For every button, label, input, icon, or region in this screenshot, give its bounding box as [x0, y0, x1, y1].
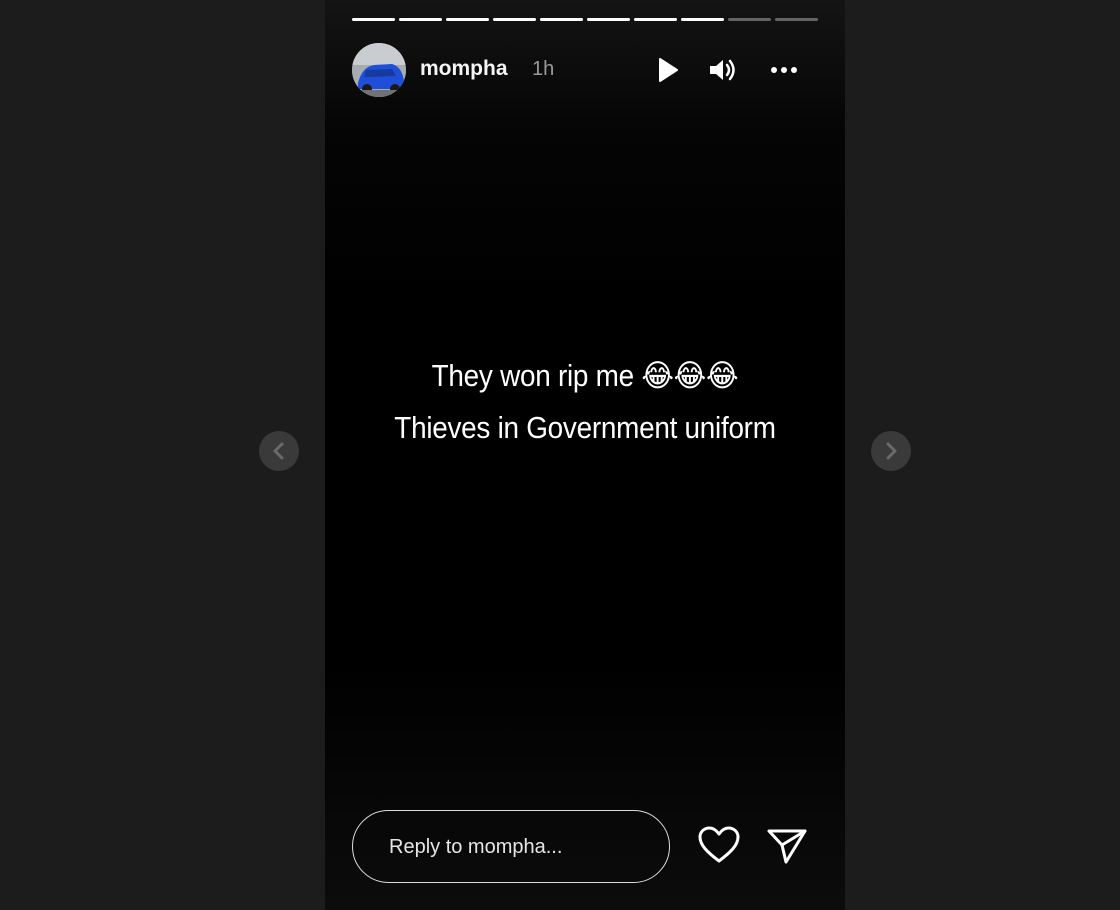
story-timestamp: 1h [532, 58, 555, 80]
next-story-button[interactable] [871, 431, 911, 471]
play-button[interactable] [652, 55, 682, 85]
progress-segment [446, 18, 489, 21]
story-header: mompha 1h [352, 43, 818, 97]
progress-segment [587, 18, 630, 21]
avatar[interactable] [352, 43, 406, 97]
avatar-image [352, 43, 406, 97]
volume-icon [710, 59, 735, 81]
play-icon [659, 58, 678, 82]
caption-line-2: Thieves in Government uniform [394, 410, 776, 445]
more-options-icon [771, 67, 797, 73]
caption-line-1-text: They won rip me [431, 358, 634, 393]
reply-placeholder: Reply to mompha... [389, 836, 563, 858]
reply-input[interactable]: Reply to mompha... [352, 810, 670, 883]
progress-segment [775, 18, 818, 21]
laughing-emojis: 😂😂😂 [641, 358, 739, 394]
volume-button[interactable] [707, 55, 737, 85]
progress-segment [493, 18, 536, 21]
caption-line-1: They won rip me 😂😂😂 [351, 350, 819, 402]
progress-segment [681, 18, 724, 21]
story-viewer[interactable]: mompha 1h They won rip me 😂😂😂 Thieves in… [325, 0, 845, 910]
progress-segment [634, 18, 677, 21]
more-options-button[interactable] [768, 55, 798, 85]
chevron-right-icon [886, 442, 897, 460]
story-caption: They won rip me 😂😂😂 Thieves in Governmen… [351, 350, 819, 454]
send-icon [767, 829, 807, 864]
story-username[interactable]: mompha [420, 57, 508, 81]
progress-segment [399, 18, 442, 21]
previous-story-button[interactable] [259, 431, 299, 471]
story-progress-bar [352, 18, 818, 21]
chevron-left-icon [273, 442, 284, 460]
send-button[interactable] [766, 826, 808, 871]
progress-segment [728, 18, 771, 21]
like-button[interactable] [697, 825, 741, 870]
heart-icon [698, 826, 740, 863]
progress-segment [540, 18, 583, 21]
progress-segment [352, 18, 395, 21]
